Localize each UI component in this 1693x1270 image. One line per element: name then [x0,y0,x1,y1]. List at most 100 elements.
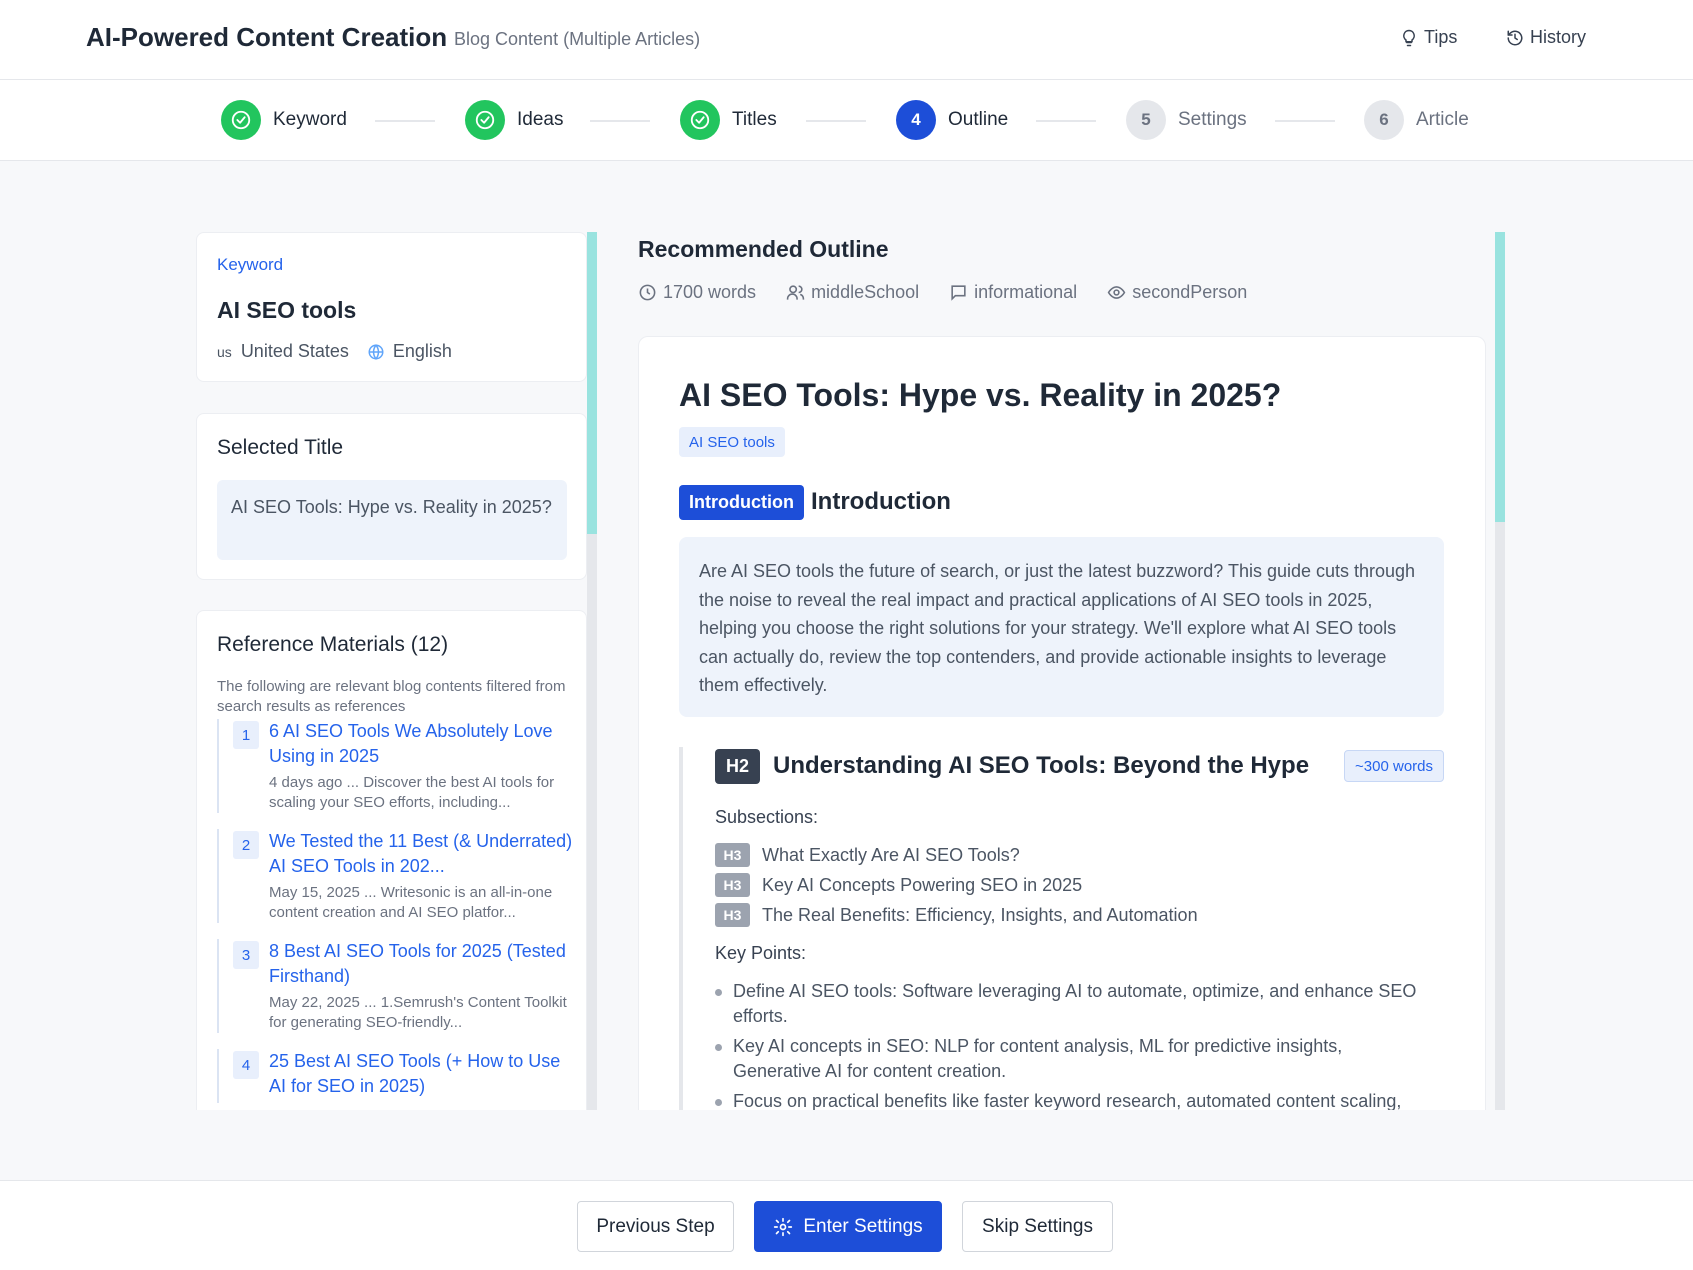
check-circle-icon [231,110,251,130]
reference-number: 3 [233,941,259,969]
step-number: 5 [1126,100,1166,140]
step-connector [1275,120,1335,122]
reference-materials-card: Reference Materials (12) The following a… [196,610,587,1110]
h3-badge: H3 [715,903,750,927]
lightbulb-icon [1403,29,1415,46]
reference-snippet: May 22, 2025 ... 1.Semrush's Content Too… [269,994,567,1031]
eye-icon [1107,286,1126,299]
reference-link[interactable]: We Tested the 11 Best (& Underrated) AI … [269,829,577,879]
key-point: Define AI SEO tools: Software leveraging… [715,979,1435,1029]
h2-badge: H2 [715,749,760,784]
enter-settings-button[interactable]: Enter Settings [754,1201,942,1252]
h3-item: H3 Key AI Concepts Powering SEO in 2025 [715,873,1082,897]
reference-snippet: 4 days ago ... Discover the best AI tool… [269,774,555,811]
globe-icon [368,343,384,360]
reference-number: 2 [233,831,259,859]
message-icon [951,285,966,301]
outline-meta: 1700 words middleSchool informational se… [638,282,1247,303]
meta-perspective: secondPerson [1107,282,1247,303]
h3-text: The Real Benefits: Efficiency, Insights,… [762,904,1198,925]
step-label: Titles [732,109,777,130]
left-scrollbar-thumb[interactable] [587,232,597,534]
step-connector [590,120,650,122]
key-point: Focus on practical benefits like faster … [715,1089,1435,1110]
outline-card: AI SEO Tools: Hype vs. Reality in 2025? … [638,336,1486,1110]
language: English [367,341,452,362]
step-done-indicator [465,100,505,140]
reference-snippet: May 15, 2025 ... Writesonic is an all-in… [269,884,553,921]
tips-label: Tips [1424,27,1458,47]
reference-link[interactable]: 8 Best AI SEO Tools for 2025 (Tested Fir… [269,939,577,989]
step-label: Ideas [517,109,564,130]
h2-section: H2 Understanding AI SEO Tools: Beyond th… [679,747,1444,1110]
skip-settings-label: Skip Settings [982,1215,1093,1237]
reference-item[interactable]: 2 We Tested the 11 Best (& Underrated) A… [217,829,577,923]
history-button[interactable]: History [1506,27,1586,48]
article-title: AI SEO Tools: Hype vs. Reality in 2025? [679,377,1282,413]
key-point: Key AI concepts in SEO: NLP for content … [715,1034,1435,1084]
key-points-label: Key Points: [715,943,807,963]
reference-number: 4 [233,1051,259,1079]
reference-heading: Reference Materials (12) [217,633,449,656]
previous-step-label: Previous Step [596,1215,715,1237]
step-done-indicator [680,100,720,140]
reference-description: The following are relevant blog contents… [217,678,566,715]
keyword-tag: AI SEO tools [679,427,785,457]
step-number: 4 [896,100,936,140]
country-code: us [217,344,232,360]
country-name: United States [240,341,349,361]
step-connector [375,120,435,122]
h3-badge: H3 [715,843,750,867]
step-keyword[interactable]: Keyword [221,100,347,140]
tips-button[interactable]: Tips [1400,27,1457,48]
reference-number: 1 [233,721,259,749]
left-sidebar[interactable]: Keyword AI SEO tools us United States En… [196,232,599,1110]
step-connector [1036,120,1096,122]
step-label: Article [1416,109,1469,130]
language-name: English [392,341,452,361]
progress-stepper: Keyword Ideas Titles 4 Outline 5 Setting… [0,80,1693,161]
meta-intent-label: informational [974,282,1078,302]
reference-link[interactable]: 25 Best AI SEO Tools (+ How to Use AI fo… [269,1049,577,1099]
footer-actions: Previous Step Enter Settings Skip Settin… [0,1180,1693,1270]
users-icon [786,285,805,300]
reference-item[interactable]: 3 8 Best AI SEO Tools for 2025 (Tested F… [217,939,577,1033]
previous-step-button[interactable]: Previous Step [577,1201,734,1252]
meta-perspective-label: secondPerson [1132,282,1248,302]
app-title: AI-Powered Content Creation [86,22,448,52]
step-article[interactable]: 6 Article [1364,100,1469,140]
step-titles[interactable]: Titles [680,100,777,140]
keyword-label: Keyword [217,255,284,274]
right-scrollbar-thumb[interactable] [1495,232,1505,522]
h3-text: Key AI Concepts Powering SEO in 2025 [762,874,1083,895]
reference-link[interactable]: 6 AI SEO Tools We Absolutely Love Using … [269,719,577,769]
selected-title-heading: Selected Title [217,436,344,459]
step-outline[interactable]: 4 Outline [896,100,1008,140]
check-circle-icon [475,110,495,130]
keyword-value: AI SEO tools [217,297,357,323]
outline-heading: Recommended Outline [638,236,889,262]
reference-item[interactable]: 4 25 Best AI SEO Tools (+ How to Use AI … [217,1049,577,1103]
h2-title: Understanding AI SEO Tools: Beyond the H… [773,752,1310,779]
h3-item: H3 What Exactly Are AI SEO Tools? [715,843,1020,867]
meta-words: 1700 words [638,282,756,303]
step-done-indicator [221,100,261,140]
h3-item: H3 The Real Benefits: Efficiency, Insigh… [715,903,1198,927]
app-subtitle: Blog Content (Multiple Articles) [454,29,701,49]
meta-words-label: 1700 words [663,282,757,302]
skip-settings-button[interactable]: Skip Settings [962,1201,1113,1252]
step-number: 6 [1364,100,1404,140]
h3-text: What Exactly Are AI SEO Tools? [762,844,1020,865]
selected-title-text: AI SEO Tools: Hype vs. Reality in 2025? [217,480,567,560]
outline-panel[interactable]: Recommended Outline 1700 words middleSch… [612,232,1502,1110]
country: us United States [217,341,349,362]
step-connector [806,120,866,122]
step-settings[interactable]: 5 Settings [1126,100,1247,140]
introduction-heading: Introduction [811,488,951,515]
reference-item[interactable]: 1 6 AI SEO Tools We Absolutely Love Usin… [217,719,577,813]
step-ideas[interactable]: Ideas [465,100,563,140]
meta-audience-label: middleSchool [811,282,920,302]
meta-intent: informational [949,282,1077,303]
word-count-badge: ~300 words [1344,750,1444,782]
history-icon [1507,30,1523,45]
